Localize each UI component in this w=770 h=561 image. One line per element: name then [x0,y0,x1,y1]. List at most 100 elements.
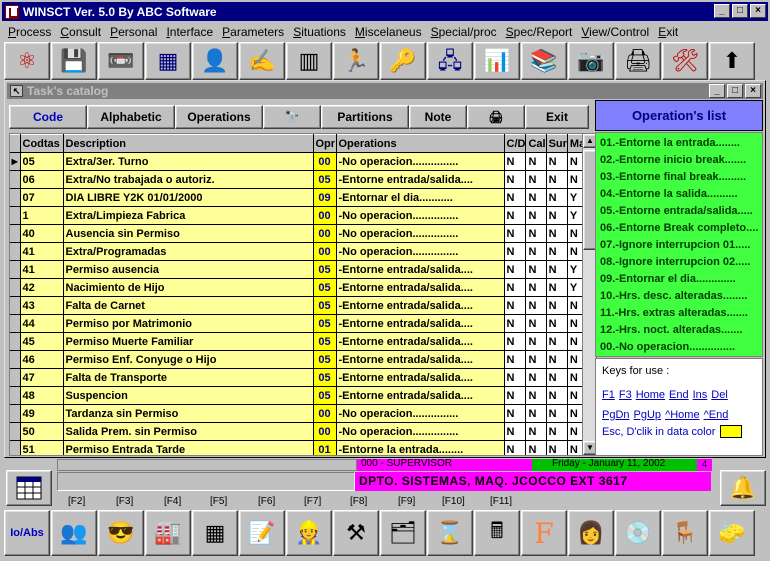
row-indicator[interactable] [10,278,21,297]
toolbar-button-person[interactable]: 👤 [192,42,238,80]
calendar-button[interactable] [6,470,52,506]
cell-opr[interactable]: 01 [313,440,337,455]
cell-codtas[interactable]: 44 [20,314,64,333]
toolbar-button-barcode[interactable]: ▥ [286,42,332,80]
cell-codtas[interactable]: 51 [20,440,64,455]
cell-codtas[interactable]: 47 [20,368,64,387]
cell-operations[interactable]: -Entorne entrada/salida.... [336,314,505,333]
cell-sur[interactable]: N [546,152,568,171]
toolbar-button-printer[interactable]: 🖨 [615,42,661,80]
cell-cd[interactable]: N [504,224,527,243]
cell-cd[interactable]: N [504,440,527,455]
toolbar-button-camera[interactable]: 📷 [568,42,614,80]
cell-codtas[interactable]: 41 [20,242,64,261]
row-indicator[interactable] [10,188,21,207]
cell-description[interactable]: Extra/Limpieza Fabrica [63,206,314,225]
cell-cal[interactable]: N [525,170,547,189]
row-indicator[interactable] [10,368,21,387]
menu-interface[interactable]: Interface [166,25,213,39]
cell-operations[interactable]: -Entorne entrada/salida.... [336,332,505,351]
bottom-button-hourglass[interactable]: ⌛ [427,510,473,556]
cell-opr[interactable]: 00 [313,224,337,243]
row-indicator[interactable] [10,260,21,279]
column-header-operations[interactable]: Operations [336,134,505,153]
child-close-button[interactable]: × [745,84,761,98]
cell-description[interactable]: Extra/Programadas [63,242,314,261]
cell-opr[interactable]: 05 [313,170,337,189]
cell-opr[interactable]: 05 [313,332,337,351]
cell-description[interactable]: Extra/No trabajada o autoriz. [63,170,314,189]
menu-consult[interactable]: Consult [60,25,101,39]
bottom-button-face-sunglasses[interactable]: 😎 [98,510,144,556]
row-indicator[interactable] [10,422,21,441]
cell-cd[interactable]: N [504,368,527,387]
cell-description[interactable]: Permiso por Matrimonio [63,314,314,333]
menu-situations[interactable]: Situations [293,25,346,39]
cell-operations[interactable]: -Entorne entrada/salida.... [336,296,505,315]
table-row[interactable]: 41 Extra/Programadas 00 -No operacion......… [10,242,587,261]
cell-sur[interactable]: N [546,224,568,243]
table-row[interactable]: 41 Permiso ausencia 05 -Entorne entrada/sal… [10,260,587,279]
toolbar-button-spreadsheet[interactable]: ▦ [145,42,191,80]
cell-codtas[interactable]: 1 [20,206,64,225]
bottom-button-hammer[interactable]: ⚒ [333,510,379,556]
cell-codtas[interactable]: 48 [20,386,64,405]
cell-cal[interactable]: N [525,242,547,261]
toolbar-button-running[interactable]: 🏃 [333,42,379,80]
toolbar-button-key[interactable]: 🔑 [380,42,426,80]
bottom-button-calculator[interactable]: 🖩 [474,510,520,556]
cell-sur[interactable]: N [546,278,568,297]
cell-cd[interactable]: N [504,386,527,405]
bottom-button-table[interactable]: ▦ [192,510,238,556]
cell-sur[interactable]: N [546,440,568,455]
cell-opr[interactable]: 05 [313,260,337,279]
row-indicator[interactable] [10,404,21,423]
bottom-button-org-chart[interactable]: 🗂 [380,510,426,556]
row-indicator[interactable] [10,440,21,455]
column-header-cal[interactable]: Cal [525,134,547,153]
table-row[interactable]: 49 Tardanza sin Permiso 00 -No operacion...… [10,404,587,423]
cell-codtas[interactable]: 45 [20,332,64,351]
table-row[interactable]: 40 Ausencia sin Permiso 00 -No operacion...… [10,224,587,243]
alphabetic-button[interactable]: Alphabetic [87,105,175,129]
bottom-button-factory[interactable]: 🏭 [145,510,191,556]
table-row[interactable]: 43 Falta de Carnet 05 -Entorne entrada/sali… [10,296,587,315]
bottom-button-eraser[interactable]: 🧽 [709,510,755,556]
menu-process[interactable]: Process [8,25,51,39]
cell-cal[interactable]: N [525,188,547,207]
column-header-codtas[interactable]: Codtas [20,134,64,153]
bottom-button-chair[interactable]: 🪑 [662,510,708,556]
cell-sur[interactable]: N [546,422,568,441]
close-button[interactable]: × [750,4,766,18]
cell-description[interactable]: Ausencia sin Permiso [63,224,314,243]
cell-codtas[interactable]: 43 [20,296,64,315]
table-row[interactable]: 07 DIA LIBRE Y2K 01/01/2000 09 -Entornar el… [10,188,587,207]
cell-cal[interactable]: N [525,314,547,333]
operations-button[interactable]: Operations [175,105,263,129]
bottom-button-letter-f[interactable]: F [521,510,567,556]
cell-cal[interactable]: N [525,332,547,351]
row-indicator[interactable] [10,242,21,261]
cell-operations[interactable]: -Entorne entrada/salida.... [336,368,505,387]
cell-description[interactable]: DIA LIBRE Y2K 01/01/2000 [63,188,314,207]
cell-description[interactable]: Permiso Entrada Tarde [63,440,314,455]
cell-sur[interactable]: N [546,242,568,261]
cell-cd[interactable]: N [504,404,527,423]
cell-operations[interactable]: -No operacion............... [336,242,505,261]
minimize-button[interactable]: _ [714,4,730,18]
cell-cal[interactable]: N [525,422,547,441]
child-minimize-button[interactable]: _ [709,84,725,98]
bottom-button-io-abs[interactable]: Io/Abs [4,510,50,556]
menu-special-proc[interactable]: Special/proc [431,25,497,39]
table-row[interactable]: 1 Extra/Limpieza Fabrica 00 -No operacion..… [10,206,587,225]
binoculars-search-button[interactable]: 🔭 [263,105,321,129]
cell-sur[interactable]: N [546,206,568,225]
cell-opr[interactable]: 05 [313,386,337,405]
row-indicator[interactable] [10,296,21,315]
bottom-button-worker[interactable]: 👷 [286,510,332,556]
cell-description[interactable]: Tardanza sin Permiso [63,404,314,423]
cell-description[interactable]: Suspencion [63,386,314,405]
row-indicator[interactable] [10,206,21,225]
cell-description[interactable]: Falta de Transporte [63,368,314,387]
toolbar-button-tools[interactable]: 🛠 [662,42,708,80]
